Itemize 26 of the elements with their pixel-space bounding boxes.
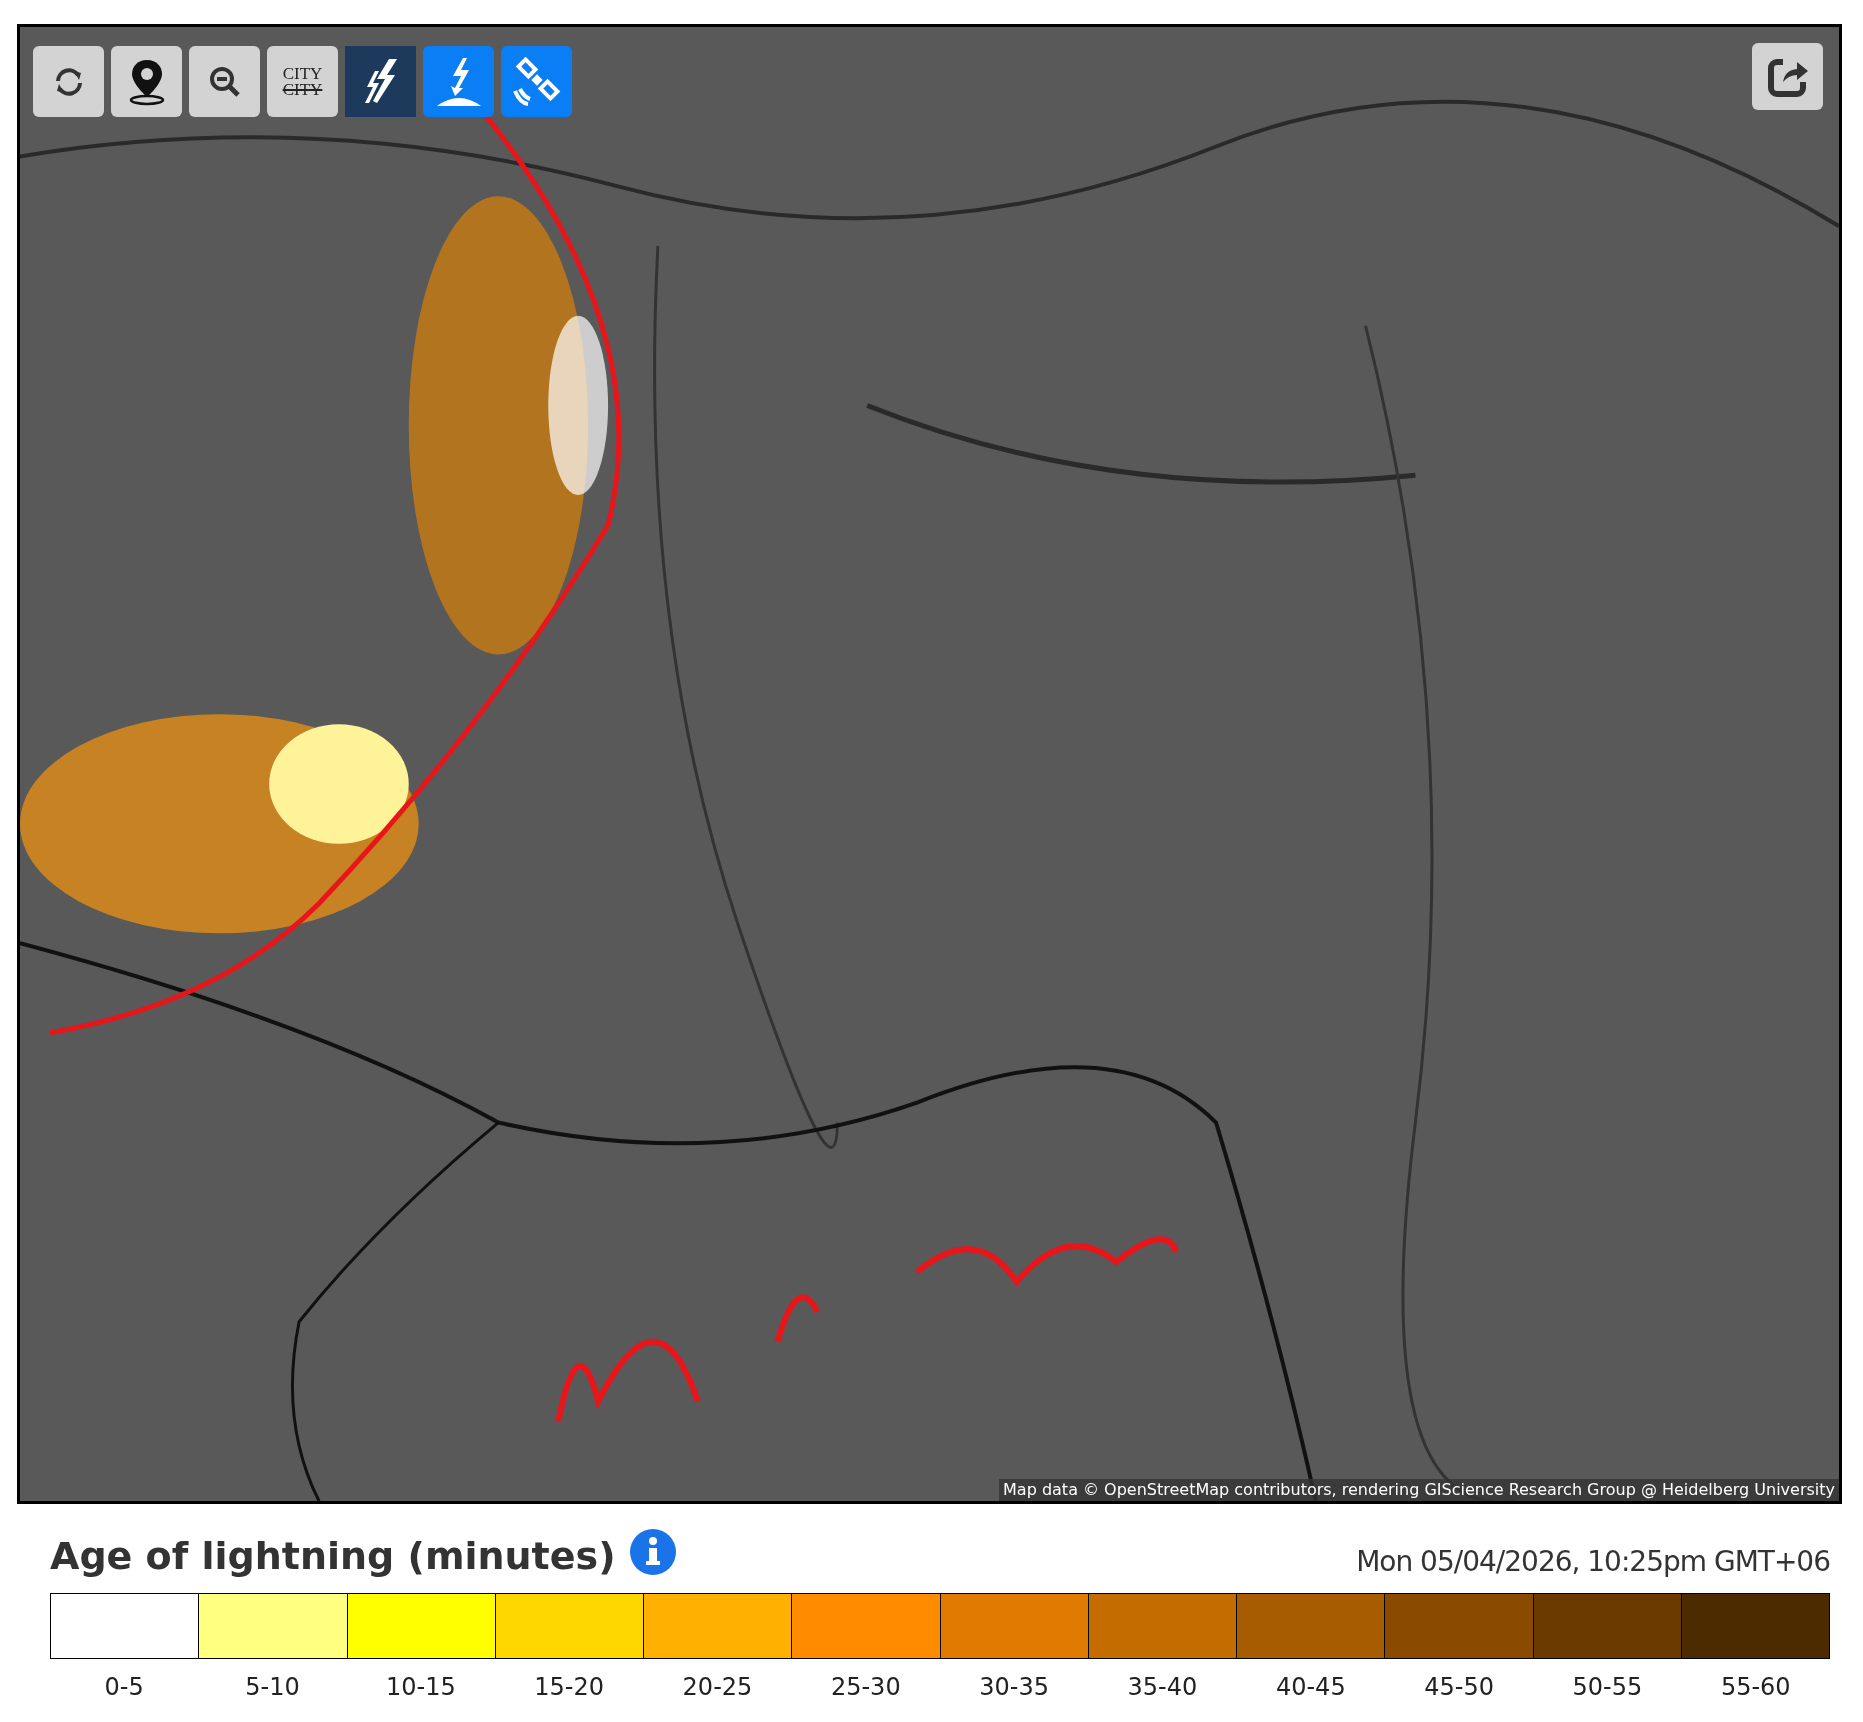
map-attribution: Map data © OpenStreetMap contributors, rendering GIScience Research Group @ Heidelberg University — [999, 1479, 1839, 1501]
legend-label: 20-25 — [682, 1672, 753, 1703]
info-icon[interactable] — [629, 1528, 676, 1575]
legend-label: 25-30 — [830, 1672, 901, 1703]
strike-button[interactable] — [423, 46, 494, 117]
timestamp: Mon 05/04/2026, 10:25pm GMT+06 — [1356, 1544, 1830, 1580]
location-button[interactable] — [111, 46, 182, 117]
legend-label: 50-55 — [1572, 1672, 1643, 1703]
share-button[interactable] — [1752, 43, 1823, 110]
legend-label: 0-5 — [104, 1672, 144, 1703]
legend-label: 45-50 — [1424, 1672, 1494, 1703]
lightning-button[interactable] — [345, 46, 416, 117]
legend-title: Age of lightning (minutes) — [50, 1533, 616, 1580]
legend-label: 35-40 — [1127, 1672, 1198, 1703]
legend-label: 30-35 — [979, 1672, 1049, 1703]
refresh-button[interactable] — [33, 46, 104, 117]
legend-label: 10-15 — [385, 1672, 456, 1703]
city-labels-button[interactable]: CITY CITY — [267, 46, 338, 117]
zoom-out-button[interactable] — [189, 46, 260, 117]
satellite-button[interactable] — [501, 46, 572, 117]
zoom-out-icon — [207, 64, 242, 99]
legend-label: 15-20 — [534, 1672, 604, 1703]
legend-label: 55-60 — [1720, 1672, 1791, 1703]
legend-label: 40-45 — [1275, 1672, 1346, 1703]
satellite-icon — [511, 56, 562, 107]
legend-label: 5-10 — [245, 1672, 300, 1703]
